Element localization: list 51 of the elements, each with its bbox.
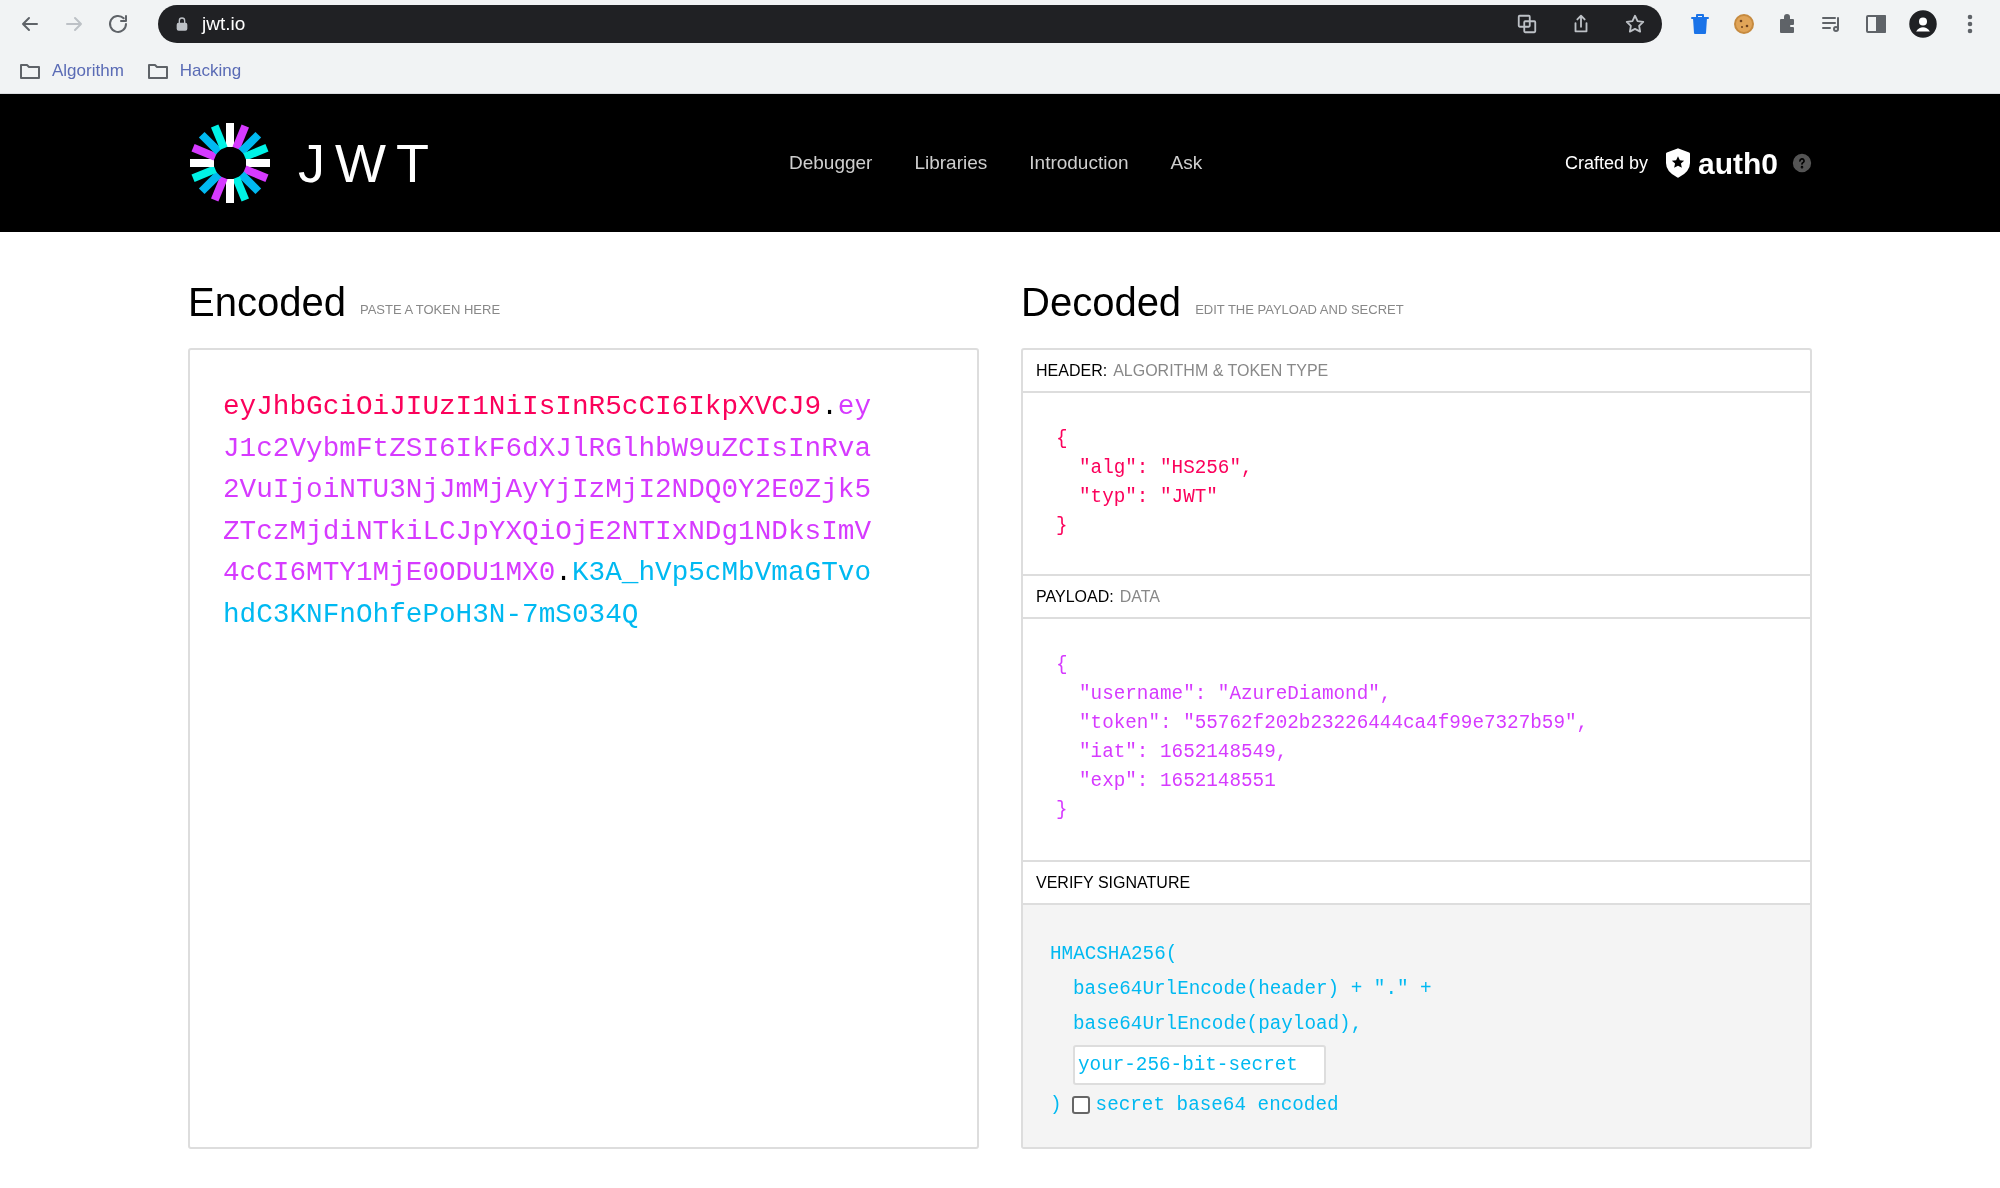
section-subtitle: EDIT THE PAYLOAD AND SECRET	[1195, 300, 1404, 319]
code-line: base64UrlEncode(header) + "." +	[1073, 977, 1432, 1002]
reload-icon[interactable]	[106, 12, 130, 36]
code-line: )	[1050, 1093, 1062, 1118]
code-line: HMACSHA256(	[1050, 942, 1178, 967]
section-subtitle: PASTE A TOKEN HERE	[359, 300, 501, 319]
nav-link[interactable]: Libraries	[914, 148, 988, 178]
url-text: jwt.io	[202, 11, 246, 36]
bookmark-link[interactable]: Hacking	[145, 57, 242, 84]
section-sublabel: DATA	[1119, 586, 1160, 607]
side-panel-icon[interactable]	[1864, 12, 1888, 36]
code-line: base64UrlEncode(payload),	[1073, 1012, 1363, 1037]
code-line: {	[1056, 427, 1068, 452]
code-line: "alg": "HS256",	[1079, 456, 1253, 481]
profile-icon[interactable]	[1908, 9, 1938, 39]
section-label: PAYLOAD:	[1036, 586, 1114, 607]
section-title: Decoded	[1021, 282, 1182, 322]
code-line: "username": "AzureDiamond",	[1079, 682, 1392, 707]
encoded-token: eyJhbGciOiJIUzI1NiIsInR5cCI6IkpXVCJ9.eyJ1c2VybmFtZSI6IkF6dXJlRGlhbW9uZCIsInRva2VuIjoiNTU3NjJmMjAyYjIzMjI2NDQ0Y2E0Zjk5ZTczMjdiNTkiLCJpYXQiOjE2NTIxNDg1NDksImV4cCI6MTY1MjE0ODU1MX0.K3A_hVp5cMbVmaGTvohdC3KNFnOhfePoH3N-7mS034Q	[223, 390, 872, 632]
address-bar[interactable]: jwt.io	[158, 5, 1662, 43]
code-line: "typ": "JWT"	[1079, 485, 1218, 510]
header-json-editor[interactable]: { "alg": "HS256", "typ": "JWT" }	[1023, 393, 1810, 576]
section-label: HEADER:	[1036, 360, 1108, 381]
logo-text: JWT	[298, 136, 439, 190]
secret-input[interactable]: your-256-bit-secret	[1073, 1045, 1326, 1085]
help-icon[interactable]	[1792, 153, 1812, 173]
section-title: Encoded	[188, 282, 346, 322]
payload-json-editor[interactable]: { "username": "AzureDiamond", "token": "55762f202b23226444ca4f99e7327b59", "iat": 1652148549, "exp": 1652148551 }	[1023, 619, 1810, 862]
jwt-logo-icon[interactable]	[188, 121, 272, 205]
code-line: "exp": 1652148551	[1079, 769, 1276, 794]
section-sublabel: ALGORITHM & TOKEN TYPE	[1113, 360, 1329, 381]
code-line: "token": "55762f202b23226444ca4f99e7327b59",	[1079, 711, 1589, 736]
brand-text: auth0	[1698, 145, 1778, 182]
translate-icon[interactable]	[1516, 13, 1538, 35]
nav-link[interactable]: Introduction	[1029, 148, 1129, 178]
trash-icon[interactable]	[1688, 12, 1712, 36]
crafted-by-text: Crafted by	[1564, 151, 1648, 175]
checkbox-label: secret base64 encoded	[1095, 1093, 1339, 1118]
base64-checkbox[interactable]	[1071, 1096, 1090, 1114]
code-line: }	[1056, 514, 1068, 539]
lock-icon	[174, 16, 190, 32]
star-icon[interactable]	[1624, 13, 1646, 35]
nav-link[interactable]: Debugger	[788, 148, 873, 178]
code-line: {	[1056, 653, 1068, 678]
bookmark-link[interactable]: Algorithm	[18, 57, 124, 84]
cookie-icon[interactable]	[1732, 12, 1756, 36]
token-editor[interactable]	[188, 348, 979, 1149]
code-line: }	[1056, 798, 1068, 823]
nav-link[interactable]: Ask	[1170, 148, 1203, 178]
section-label: VERIFY SIGNATURE	[1036, 872, 1191, 893]
code-line: "iat": 1652148549,	[1079, 740, 1288, 765]
